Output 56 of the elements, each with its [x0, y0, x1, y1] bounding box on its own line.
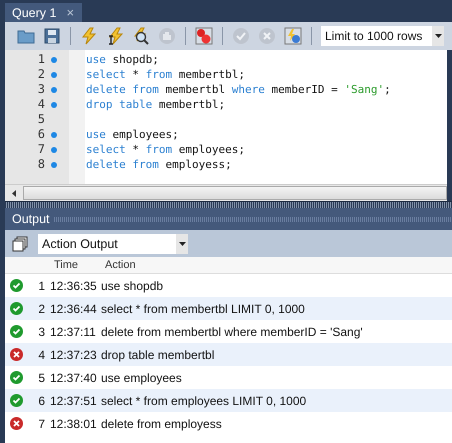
- copy-icon[interactable]: [12, 236, 28, 252]
- code-line: use shopdb;: [86, 52, 159, 67]
- time-cell-text: 12:37:23: [49, 348, 98, 362]
- time-cell-text: 12:36:35: [49, 278, 98, 292]
- time-cell-text: 12:37:40: [49, 370, 98, 384]
- autocommit-icon[interactable]: [282, 25, 304, 47]
- time-cell-text: 12:38:01: [49, 416, 98, 430]
- column-header[interactable]: Time: [48, 259, 99, 271]
- panel-title: Output: [12, 212, 50, 226]
- row-number: 4: [37, 348, 46, 362]
- close-icon[interactable]: ×: [66, 5, 74, 20]
- time-cell-text: 12:37:51: [49, 394, 98, 408]
- line-number: 1: [36, 52, 46, 67]
- line-number: 6: [36, 127, 46, 142]
- code-line: delete from membertbl where memberID = 'Sang';: [86, 82, 391, 97]
- action-cell-text: use employees: [100, 370, 183, 384]
- column-header[interactable]: Action: [99, 259, 452, 271]
- row-number: 3: [37, 324, 46, 338]
- table-row[interactable]: 7 12:38:01 delete from employess: [5, 412, 452, 435]
- table-row[interactable]: 1 12:36:35 use shopdb: [5, 274, 452, 297]
- code-line: select * from employees;: [86, 142, 245, 157]
- line-number: 8: [36, 157, 46, 172]
- splitter[interactable]: [5, 201, 452, 208]
- code-editor[interactable]: 1 use shopdb; 2 select * from membertbl; 3 delete from membertbl where memberID = 'Sang'; 4 drop table membertbl; 5 6 use employees; 7 select * from employees; 8 delete from employess;: [5, 50, 447, 201]
- action-cell-text: use shopdb: [100, 278, 164, 292]
- line-number: 3: [36, 82, 46, 97]
- output-type-dropdown[interactable]: Action Output: [38, 234, 188, 254]
- row-number: 7: [37, 416, 46, 430]
- table-row[interactable]: 4 12:37:23 drop table membertbl: [5, 343, 452, 366]
- action-cell-text: drop table membertbl: [100, 348, 216, 362]
- code-line: drop table membertbl;: [86, 97, 226, 112]
- action-cell-text: select * from employees LIMIT 0, 1000: [100, 394, 308, 408]
- row-number: 2: [37, 302, 46, 316]
- action-cell-text: select * from membertbl LIMIT 0, 1000: [100, 302, 306, 316]
- error-toggle-icon[interactable]: [193, 25, 215, 47]
- table-row[interactable]: 3 12:37:11 delete from membertbl where memberID = 'Sang': [5, 320, 452, 343]
- horizontal-scrollbar[interactable]: [5, 184, 447, 201]
- code-line: delete from employess;: [86, 157, 232, 172]
- line-number: 2: [36, 67, 46, 82]
- time-cell-text: 12:36:44: [49, 302, 98, 316]
- line-number: 5: [36, 112, 46, 127]
- row-number: 5: [37, 370, 46, 384]
- row-number: 6: [37, 394, 46, 408]
- line-number: 7: [36, 142, 46, 157]
- line-number: 4: [36, 97, 46, 112]
- code-line: use employees;: [86, 127, 179, 142]
- limit-dropdown[interactable]: Limit to 1000 rows: [321, 26, 444, 46]
- code-line: select * from membertbl;: [86, 67, 245, 82]
- action-cell-text: delete from membertbl where memberID = 'Sang': [100, 324, 364, 338]
- table-row[interactable]: 6 12:37:51 select * from employees LIMIT 0, 1000: [5, 389, 452, 412]
- action-cell-text: delete from employess: [100, 416, 223, 430]
- row-number: 1: [37, 278, 46, 292]
- table-row[interactable]: 5 12:37:40 use employees: [5, 366, 452, 389]
- query-tab[interactable]: Query 1 ×: [5, 3, 82, 22]
- table-row[interactable]: 2 12:36:44 select * from membertbl LIMIT 0, 1000: [5, 297, 452, 320]
- time-cell-text: 12:37:11: [49, 324, 97, 338]
